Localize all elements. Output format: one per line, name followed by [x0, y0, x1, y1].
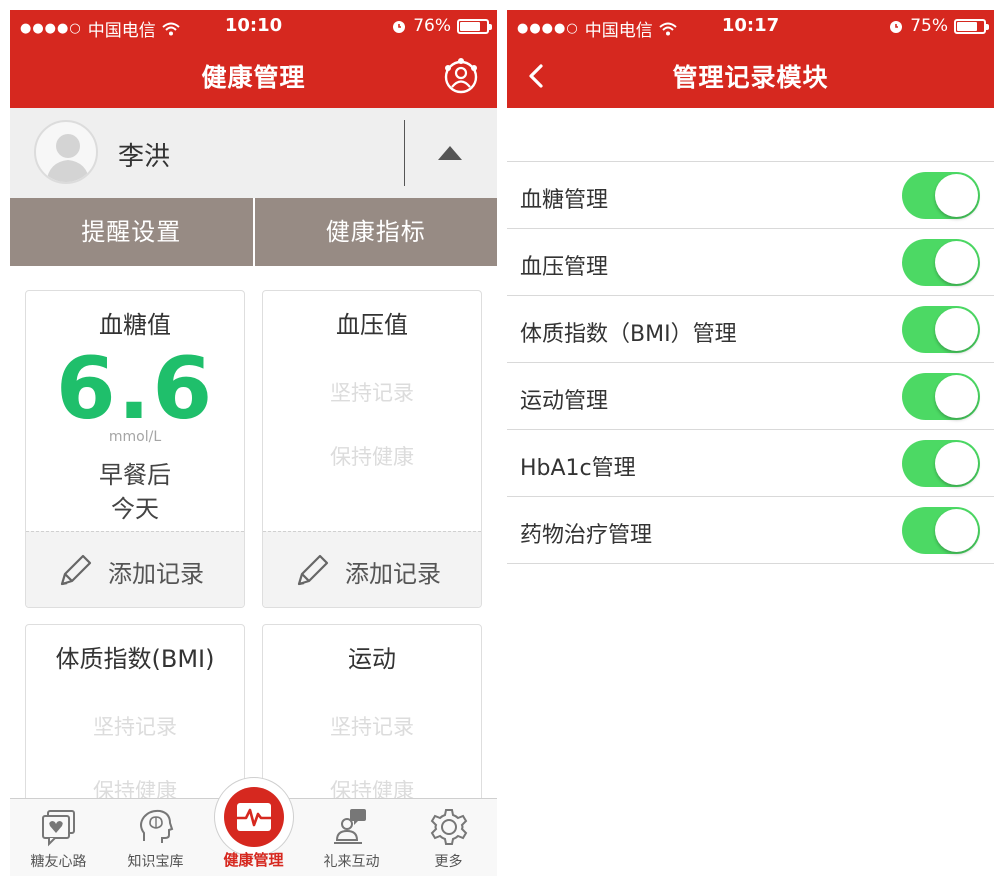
module-label: 药物治疗管理: [520, 523, 653, 548]
pressure-module-toggle[interactable]: [902, 239, 980, 286]
module-label: 运动管理: [520, 389, 609, 414]
exercise-hint-1: 坚持记录: [330, 715, 414, 739]
add-pressure-record-button[interactable]: 添加记录: [263, 531, 481, 607]
blood-pressure-card[interactable]: 血压值 坚持记录 保持健康 添加记录: [262, 290, 482, 608]
exercise-module-toggle[interactable]: [902, 373, 980, 420]
center-button-bg: [224, 787, 284, 847]
gear-icon: [430, 809, 467, 845]
add-record-label: 添加记录: [345, 560, 441, 588]
bmi-hint-1: 坚持记录: [93, 715, 177, 739]
glucose-value: 6.6: [55, 339, 215, 439]
health-indicators-tab[interactable]: 健康指标: [255, 198, 498, 266]
tab-label: 糖友心路: [30, 854, 87, 870]
nav-bar: 健康管理: [10, 44, 497, 108]
status-bar: ●●●●○ 中国电信 10:10 76%: [10, 10, 497, 44]
glucose-title: 血糖值: [99, 311, 171, 339]
avatar[interactable]: [34, 120, 98, 184]
glucose-module-toggle[interactable]: [902, 172, 980, 219]
nav-bar: 管理记录模块: [507, 44, 994, 108]
tab-label-active: 健康管理: [223, 851, 284, 869]
pressure-hint-1: 坚持记录: [330, 381, 414, 405]
battery-icon: [457, 18, 492, 34]
toggle-knob: [935, 241, 978, 284]
medication-module-toggle[interactable]: [902, 507, 980, 554]
add-record-label: 添加记录: [108, 560, 204, 588]
tab-label: 礼来互动: [323, 854, 380, 870]
reminder-settings-tab[interactable]: 提醒设置: [10, 198, 255, 266]
battery-percent: 76%: [413, 16, 451, 36]
function-tabs: 提醒设置 健康指标: [10, 198, 497, 266]
divider: [404, 120, 405, 186]
bmi-title: 体质指数(BMI): [55, 645, 215, 673]
status-bar: ●●●●○ 中国电信 10:17 75%: [507, 10, 994, 44]
tab-lilly-interaction[interactable]: 礼来互动: [303, 807, 400, 871]
default-avatar-icon: [46, 134, 90, 182]
toggle-knob: [935, 509, 978, 552]
tab-health-management[interactable]: [214, 777, 294, 857]
toggle-knob: [935, 442, 978, 485]
module-row: 药物治疗管理: [507, 497, 994, 564]
module-row: 体质指数（BMI）管理: [507, 296, 994, 363]
pressure-hint-2: 保持健康: [330, 445, 414, 469]
tab-label: 更多: [434, 854, 463, 870]
pencil-icon: [60, 554, 92, 586]
module-row: 血糖管理: [507, 162, 994, 229]
toggle-knob: [935, 174, 978, 217]
record-modules-screen: ●●●●○ 中国电信 10:17 75% 管理记录模块 血糖管理 血压管理 体质…: [507, 10, 994, 876]
module-label: 血压管理: [520, 255, 609, 280]
module-label: 体质指数（BMI）管理: [520, 322, 737, 347]
glucose-card[interactable]: 血糖值 6.6 mmol/L 早餐后 今天 添加记录: [25, 290, 245, 608]
brain-head-icon: [139, 809, 173, 843]
glucose-meal-time: 早餐后: [99, 461, 171, 489]
pencil-icon: [297, 554, 329, 586]
bottom-tab-bar: 糖友心路 知识宝库 健康管理 礼来互动 更多: [10, 777, 497, 876]
tab-more[interactable]: 更多: [400, 807, 497, 871]
toggle-knob: [935, 308, 978, 351]
user-settings-icon[interactable]: [441, 56, 481, 96]
module-row: 血压管理: [507, 229, 994, 296]
heartbeat-icon: [237, 803, 271, 831]
user-name: 李洪: [118, 142, 171, 172]
tab-label: 知识宝库: [127, 854, 184, 870]
page-title: 健康管理: [201, 63, 306, 92]
glucose-unit: mmol/L: [108, 429, 162, 445]
collapse-triangle-icon[interactable]: [438, 146, 462, 160]
toggle-knob: [935, 375, 978, 418]
battery-level: [957, 21, 977, 31]
add-glucose-record-button[interactable]: 添加记录: [26, 531, 244, 607]
section-spacer: [507, 108, 994, 162]
module-row: 运动管理: [507, 363, 994, 430]
exercise-title: 运动: [348, 645, 396, 673]
bmi-module-toggle[interactable]: [902, 306, 980, 353]
glucose-date: 今天: [111, 495, 159, 523]
battery-percent: 75%: [910, 16, 948, 36]
tab-diabetes-journey[interactable]: 糖友心路: [10, 807, 107, 871]
battery-level: [460, 21, 480, 31]
pressure-title: 血压值: [336, 311, 408, 339]
page-title: 管理记录模块: [672, 63, 829, 92]
module-label: 血糖管理: [520, 188, 609, 213]
alarm-icon: [890, 21, 903, 33]
alarm-icon: [393, 21, 406, 33]
user-header[interactable]: 李洪: [10, 108, 497, 198]
interaction-icon: [333, 809, 366, 844]
battery-icon: [954, 18, 989, 34]
module-label: HbA1c管理: [520, 456, 636, 481]
tab-knowledge-base[interactable]: 知识宝库: [107, 807, 204, 871]
heart-chat-icon: [41, 810, 75, 847]
health-management-screen: ●●●●○ 中国电信 10:10 76% 健康管理 李洪 提醒设置 健康指标 血…: [10, 10, 497, 876]
module-row: HbA1c管理: [507, 430, 994, 497]
hba1c-module-toggle[interactable]: [902, 440, 980, 487]
